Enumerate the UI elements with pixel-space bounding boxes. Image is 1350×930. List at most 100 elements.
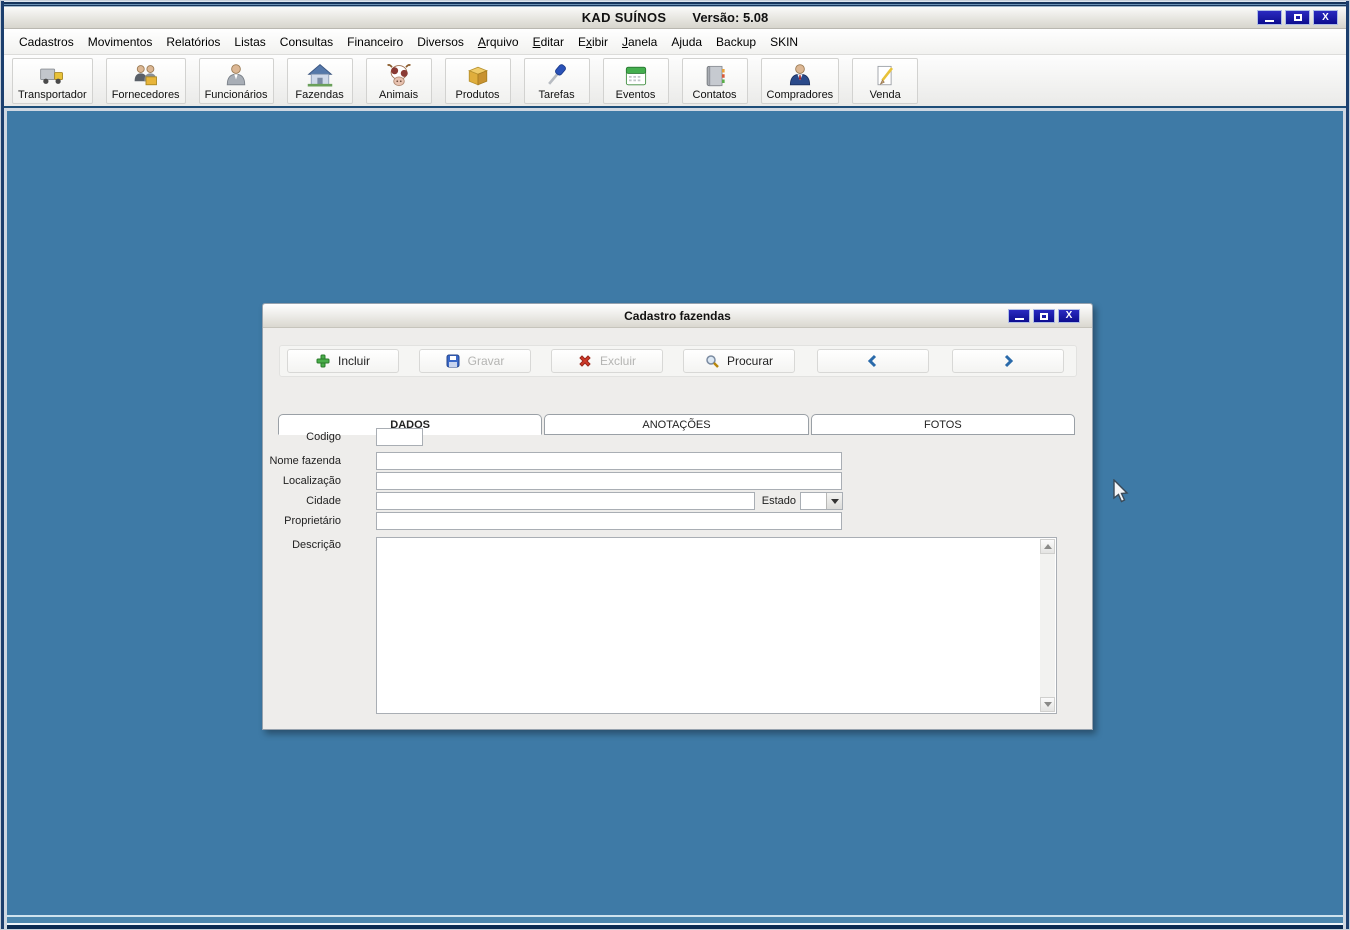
procurar-label: Procurar (726, 354, 773, 368)
toolbar-label: Eventos (615, 89, 656, 101)
toolbar-button-contatos[interactable]: Contatos (681, 58, 748, 104)
menu-item-arquivo[interactable]: Arquivo (471, 31, 526, 53)
toolbar-button-eventos[interactable]: Eventos (602, 58, 669, 104)
menu-item-relatorios[interactable]: Relatórios (159, 31, 227, 53)
maximize-icon (1293, 14, 1302, 21)
mouse-cursor-icon (1113, 479, 1129, 503)
menu-item-exibir[interactable]: Exibir (571, 31, 615, 53)
toolbar-label: Compradores (766, 89, 834, 101)
menu-item-listas[interactable]: Listas (227, 31, 272, 53)
dialog-close-button[interactable]: X (1058, 309, 1080, 323)
farm-house-icon (306, 64, 333, 87)
window-bottom-border (7, 915, 1343, 929)
employee-icon (226, 64, 246, 86)
toolbar-button-compradores[interactable]: Compradores (760, 58, 840, 104)
menu-item-financeiro[interactable]: Financeiro (340, 31, 410, 53)
pencil-note-icon (877, 65, 894, 86)
procurar-button[interactable]: Procurar (683, 349, 795, 373)
previous-record-button[interactable] (817, 349, 929, 373)
menu-item-cadastros[interactable]: Cadastros (12, 31, 81, 53)
scroll-up-icon[interactable] (1040, 539, 1055, 554)
toolbar-label: Contatos (692, 89, 737, 101)
localizacao-input[interactable] (376, 472, 842, 490)
toolbar-button-tarefas[interactable]: Tarefas (523, 58, 590, 104)
codigo-row: Codigo (263, 428, 1063, 448)
truck-icon (40, 68, 64, 84)
main-window-frame: KAD SUÍNOS Versão: 5.08 X Cadastros Movi… (1, 1, 1349, 929)
combo-dropdown-arrow-icon[interactable] (826, 493, 842, 509)
dialog-titlebar[interactable]: Cadastro fazendas X (263, 304, 1092, 328)
maximize-button[interactable] (1285, 10, 1310, 25)
chevron-right-icon (1004, 354, 1014, 368)
calendar-icon (625, 66, 646, 86)
nome-fazenda-row: Nome fazenda (263, 452, 1063, 472)
dialog-minimize-button[interactable] (1008, 309, 1030, 323)
proprietario-label: Proprietário (284, 515, 341, 527)
dialog-title: Cadastro fazendas (624, 308, 731, 323)
floppy-icon (446, 354, 460, 368)
menu-item-skin[interactable]: SKIN (763, 31, 805, 53)
proprietario-row: Proprietário (263, 512, 1063, 532)
gravar-button[interactable]: Gravar (419, 349, 531, 373)
toolbar-button-animais[interactable]: Animais (365, 58, 432, 104)
toolbar-label: Venda (869, 89, 901, 101)
toolbar-button-transportador[interactable]: Transportador (12, 58, 93, 104)
toolbar-button-produtos[interactable]: Produtos (444, 58, 511, 104)
excluir-button[interactable]: Excluir (551, 349, 663, 373)
menu-item-consultas[interactable]: Consultas (273, 31, 340, 53)
close-button[interactable]: X (1313, 10, 1338, 25)
localizacao-label: Localização (282, 475, 341, 487)
red-x-icon (579, 355, 591, 367)
toolbar-label: Tarefas (538, 89, 575, 101)
localizacao-row: Localização (263, 472, 1063, 492)
toolbar-label: Funcionários (204, 89, 268, 101)
dialog-maximize-button[interactable] (1033, 309, 1055, 323)
menu-bar: Cadastros Movimentos Relatórios Listas C… (4, 29, 1346, 55)
cidade-input[interactable] (376, 492, 755, 510)
main-titlebar[interactable]: KAD SUÍNOS Versão: 5.08 X (4, 7, 1346, 29)
toolbar-label: Transportador (18, 89, 87, 101)
dialog-body: Incluir Gravar Excluir Procurar DADOS AN… (263, 329, 1092, 729)
toolbar-label: Fornecedores (111, 89, 180, 101)
excluir-label: Excluir (599, 354, 636, 368)
toolbar-label: Produtos (455, 89, 500, 101)
proprietario-input[interactable] (376, 512, 842, 530)
close-icon: X (1065, 310, 1073, 321)
window-controls: X (1257, 10, 1338, 25)
buyer-icon (789, 64, 810, 86)
estado-combobox[interactable] (800, 492, 843, 510)
menu-item-backup[interactable]: Backup (709, 31, 763, 53)
cidade-row: Cidade Estado (263, 492, 1063, 512)
menu-item-janela[interactable]: Janela (615, 31, 664, 53)
cadastro-fazendas-dialog: Cadastro fazendas X Incluir Gravar Exclu… (262, 303, 1093, 730)
main-window: KAD SUÍNOS Versão: 5.08 X Cadastros Movi… (0, 0, 1350, 930)
toolbar-button-fazendas[interactable]: Fazendas (286, 58, 353, 104)
incluir-button[interactable]: Incluir (287, 349, 399, 373)
toolbar-button-fornecedores[interactable]: Fornecedores (105, 58, 186, 104)
main-toolbar: Transportador Fornecedores Funcionários … (4, 55, 1346, 108)
menu-item-movimentos[interactable]: Movimentos (81, 31, 160, 53)
toolbar-button-venda[interactable]: Venda (852, 58, 919, 104)
nome-fazenda-label: Nome fazenda (269, 455, 341, 467)
menu-item-diversos[interactable]: Diversos (410, 31, 471, 53)
incluir-label: Incluir (337, 354, 370, 368)
toolbar-button-funcionarios[interactable]: Funcionários (198, 58, 274, 104)
nome-fazenda-input[interactable] (376, 452, 842, 470)
scroll-down-icon[interactable] (1040, 697, 1055, 712)
gravar-label: Gravar (467, 354, 505, 368)
app-version: Versão: 5.08 (692, 10, 769, 25)
minimize-button[interactable] (1257, 10, 1282, 25)
magnifier-icon (706, 355, 719, 368)
descricao-label: Descrição (292, 539, 341, 551)
codigo-input[interactable] (376, 428, 423, 446)
descricao-textarea[interactable] (376, 537, 1057, 714)
menu-item-ajuda[interactable]: Ajuda (664, 31, 709, 53)
next-record-button[interactable] (952, 349, 1064, 373)
estado-value (801, 493, 826, 509)
dialog-window-controls: X (1008, 309, 1080, 323)
maximize-icon (1040, 312, 1048, 320)
descricao-scrollbar[interactable] (1040, 539, 1055, 712)
minimize-icon (1014, 318, 1024, 320)
box-icon (467, 66, 488, 86)
menu-item-editar[interactable]: Editar (526, 31, 571, 53)
